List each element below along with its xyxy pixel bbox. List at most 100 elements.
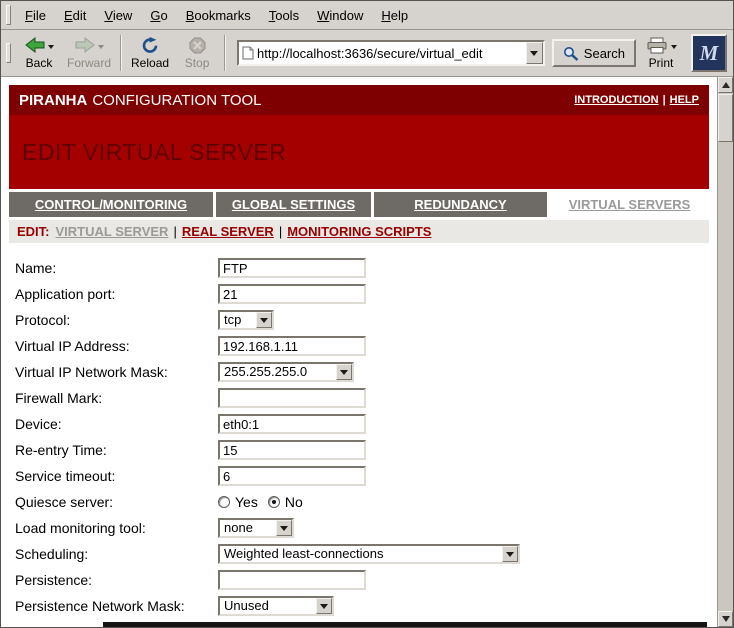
form-row-name: Name: xyxy=(9,255,709,281)
toolbar-separator xyxy=(224,35,226,71)
dropdown-arrow-button[interactable] xyxy=(256,312,272,328)
name-input[interactable] xyxy=(218,258,366,278)
menubar-grippy[interactable] xyxy=(6,5,11,25)
back-dropdown-caret-icon[interactable] xyxy=(48,45,54,49)
tab-control-monitoring[interactable]: CONTROL/MONITORING xyxy=(9,192,213,217)
scroll-up-button[interactable] xyxy=(718,77,733,93)
virtual-ip-input[interactable] xyxy=(218,336,366,356)
triangle-up-icon xyxy=(722,82,730,88)
load-monitoring-value: none xyxy=(220,520,276,536)
dropdown-arrow-button[interactable] xyxy=(336,364,352,380)
browser-content-area: PIRANHACONFIGURATION TOOL INTRODUCTION|H… xyxy=(1,77,733,627)
virtual-server-form: Name: Application port: Protocol: tcp Vi… xyxy=(9,255,709,619)
browser-toolbar: Back Forward Reload xyxy=(1,30,733,77)
scroll-down-button[interactable] xyxy=(718,611,733,627)
page-icon xyxy=(242,46,254,60)
persistence-netmask-label: Persistence Network Mask: xyxy=(15,598,218,614)
reload-button[interactable]: Reload xyxy=(126,32,174,74)
forward-dropdown-caret-icon[interactable] xyxy=(98,45,104,49)
service-timeout-label: Service timeout: xyxy=(15,468,218,484)
stop-button[interactable]: Stop xyxy=(174,32,220,74)
print-dropdown-caret-icon[interactable] xyxy=(671,45,677,49)
subnav-bar: EDIT:VIRTUAL SERVER|REAL SERVER|MONITORI… xyxy=(9,220,709,243)
form-row-application-port: Application port: xyxy=(9,281,709,307)
reentry-time-label: Re-entry Time: xyxy=(15,442,218,458)
scrollbar-thumb[interactable] xyxy=(718,94,733,142)
device-input[interactable] xyxy=(218,414,366,434)
dropdown-arrow-button[interactable] xyxy=(276,520,292,536)
quiesce-yes-radio[interactable] xyxy=(218,496,230,508)
forward-button[interactable]: Forward xyxy=(62,32,116,74)
form-row-quiesce-server: Quiesce server: Yes No xyxy=(9,489,709,515)
menu-file[interactable]: File xyxy=(16,5,55,26)
form-row-service-timeout: Service timeout: xyxy=(9,463,709,489)
subnav-monitoring-scripts-link[interactable]: MONITORING SCRIPTS xyxy=(287,224,431,239)
form-row-load-monitoring: Load monitoring tool: none xyxy=(9,515,709,541)
subnav-separator: | xyxy=(168,224,181,239)
vertical-scrollbar[interactable] xyxy=(717,77,733,627)
firewall-mark-input[interactable] xyxy=(218,388,366,408)
name-label: Name: xyxy=(15,260,218,276)
service-timeout-input[interactable] xyxy=(218,466,366,486)
search-button[interactable]: Search xyxy=(552,39,636,67)
chevron-down-icon xyxy=(530,51,538,56)
reentry-time-input[interactable] xyxy=(218,440,366,460)
subnav-prefix: EDIT: xyxy=(17,224,50,239)
reload-icon xyxy=(141,37,159,54)
application-port-label: Application port: xyxy=(15,286,218,302)
form-row-persistence-netmask: Persistence Network Mask: Unused xyxy=(9,593,709,619)
search-label: Search xyxy=(584,46,625,61)
subnav-virtual-server-link[interactable]: VIRTUAL SERVER xyxy=(56,224,169,239)
quiesce-radio-group: Yes No xyxy=(218,494,313,510)
menu-edit[interactable]: Edit xyxy=(55,5,95,26)
menu-view[interactable]: View xyxy=(95,5,141,26)
tab-bar: CONTROL/MONITORING GLOBAL SETTINGS REDUN… xyxy=(9,192,709,217)
menu-help[interactable]: Help xyxy=(372,5,417,26)
page-title: EDIT VIRTUAL SERVER xyxy=(22,139,286,166)
protocol-select[interactable]: tcp xyxy=(218,310,274,330)
back-button[interactable]: Back xyxy=(16,32,62,74)
web-page: PIRANHACONFIGURATION TOOL INTRODUCTION|H… xyxy=(1,77,717,627)
tab-global-settings[interactable]: GLOBAL SETTINGS xyxy=(216,192,371,217)
stop-label: Stop xyxy=(185,56,210,70)
help-link[interactable]: HELP xyxy=(670,94,699,106)
menu-bookmarks[interactable]: Bookmarks xyxy=(177,5,260,26)
quiesce-no-radio[interactable] xyxy=(268,496,280,508)
print-label: Print xyxy=(649,56,674,70)
persistence-netmask-select[interactable]: Unused xyxy=(218,596,334,616)
tab-virtual-servers[interactable]: VIRTUAL SERVERS xyxy=(550,192,709,217)
load-monitoring-select[interactable]: none xyxy=(218,518,294,538)
scheduling-select[interactable]: Weighted least-connections xyxy=(218,544,520,564)
menu-go[interactable]: Go xyxy=(141,5,176,26)
chevron-down-icon xyxy=(280,526,288,531)
tab-redundancy[interactable]: REDUNDANCY xyxy=(374,192,547,217)
quiesce-no-label: No xyxy=(285,494,303,510)
mozilla-throbber-logo[interactable]: M xyxy=(691,34,727,72)
menu-tools[interactable]: Tools xyxy=(260,5,308,26)
virtual-ip-netmask-label: Virtual IP Network Mask: xyxy=(15,364,218,380)
back-label: Back xyxy=(26,56,53,70)
app-title-bold: PIRANHA xyxy=(19,92,87,109)
toolbar-grippy[interactable] xyxy=(6,43,11,63)
persistence-input[interactable] xyxy=(218,570,366,590)
browser-window: File Edit View Go Bookmarks Tools Window… xyxy=(0,0,734,628)
chevron-down-icon xyxy=(340,370,348,375)
scheduling-label: Scheduling: xyxy=(15,546,218,562)
introduction-link[interactable]: INTRODUCTION xyxy=(574,94,658,106)
load-monitoring-label: Load monitoring tool: xyxy=(15,520,218,536)
print-button[interactable]: Print xyxy=(636,32,686,74)
menu-window[interactable]: Window xyxy=(308,5,372,26)
virtual-ip-netmask-select[interactable]: 255.255.255.0 xyxy=(218,362,354,382)
page-proxy-icon[interactable] xyxy=(239,46,257,60)
dropdown-arrow-button[interactable] xyxy=(502,546,518,562)
firewall-mark-label: Firewall Mark: xyxy=(15,390,218,406)
dropdown-arrow-button[interactable] xyxy=(316,598,332,614)
form-row-reentry-time: Re-entry Time: xyxy=(9,437,709,463)
url-dropdown-button[interactable] xyxy=(526,42,543,64)
form-row-virtual-ip: Virtual IP Address: xyxy=(9,333,709,359)
application-port-input[interactable] xyxy=(218,284,366,304)
device-label: Device: xyxy=(15,416,218,432)
url-input[interactable] xyxy=(257,42,526,64)
subnav-real-server-link[interactable]: REAL SERVER xyxy=(182,224,274,239)
virtual-ip-netmask-value: 255.255.255.0 xyxy=(220,364,336,380)
